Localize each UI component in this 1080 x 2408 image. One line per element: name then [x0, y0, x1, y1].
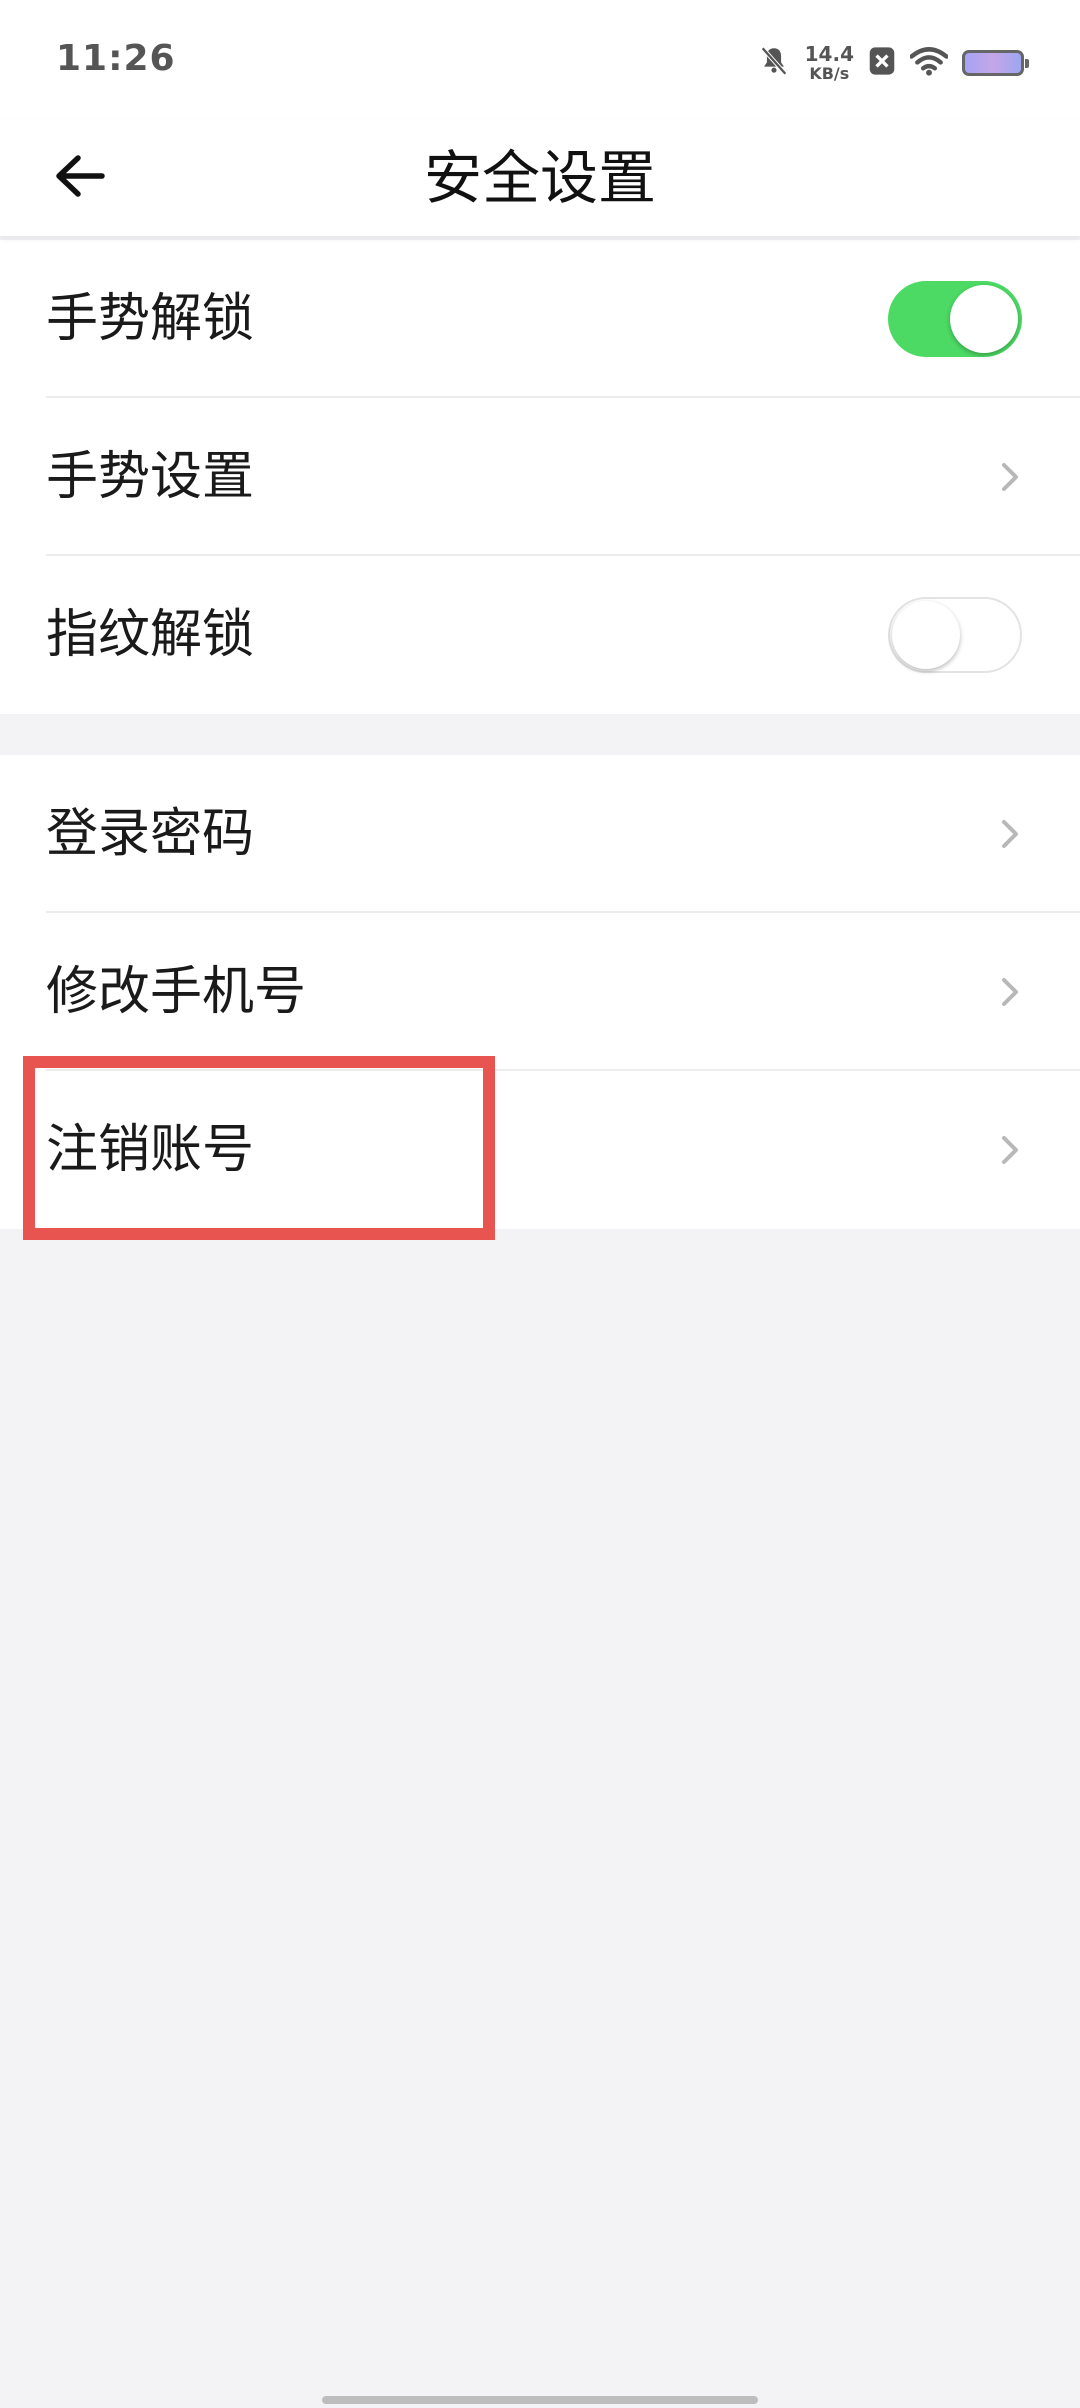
settings-group-unlock: 手势解锁 手势设置 指纹解锁 [0, 240, 1080, 714]
status-icons: 14.4 KB/s [757, 38, 1029, 88]
toggle-knob [892, 601, 960, 669]
wifi-icon [909, 46, 949, 80]
net-speed-unit: KB/s [809, 64, 850, 83]
home-indicator[interactable] [322, 2396, 758, 2404]
row-label-login-password: 登录密码 [46, 804, 255, 864]
close-notification-icon [868, 46, 896, 80]
row-label-fingerprint-unlock: 指纹解锁 [46, 605, 255, 665]
net-speed-value: 14.4 [804, 42, 854, 66]
status-time: 11:26 [56, 38, 176, 79]
row-label-gesture-settings: 手势设置 [46, 447, 255, 507]
row-change-phone[interactable]: 修改手机号 [0, 913, 1080, 1071]
chevron-right-icon [990, 457, 1030, 497]
header: 安全设置 [0, 120, 1080, 236]
row-label-gesture-unlock: 手势解锁 [46, 289, 255, 349]
chevron-right-icon [990, 1130, 1030, 1170]
status-bar: 11:26 14.4 KB/s [0, 0, 1080, 120]
chevron-right-icon [990, 972, 1030, 1012]
net-speed: 14.4 KB/s [805, 44, 854, 82]
row-gesture-unlock[interactable]: 手势解锁 [0, 240, 1080, 398]
battery-icon [962, 50, 1029, 76]
chevron-right-icon [990, 814, 1030, 854]
row-cancel-account[interactable]: 注销账号 [0, 1071, 1080, 1229]
fingerprint-unlock-toggle[interactable] [888, 597, 1022, 673]
row-label-cancel-account: 注销账号 [46, 1120, 255, 1180]
gesture-unlock-toggle[interactable] [888, 281, 1022, 357]
mute-bell-icon [757, 44, 791, 82]
toggle-knob [950, 285, 1018, 353]
row-fingerprint-unlock[interactable]: 指纹解锁 [0, 556, 1080, 714]
settings-group-account: 登录密码 修改手机号 注销账号 [0, 755, 1080, 1229]
row-gesture-settings[interactable]: 手势设置 [0, 398, 1080, 556]
row-login-password[interactable]: 登录密码 [0, 755, 1080, 913]
page-title: 安全设置 [423, 144, 656, 212]
row-label-change-phone: 修改手机号 [46, 962, 307, 1022]
